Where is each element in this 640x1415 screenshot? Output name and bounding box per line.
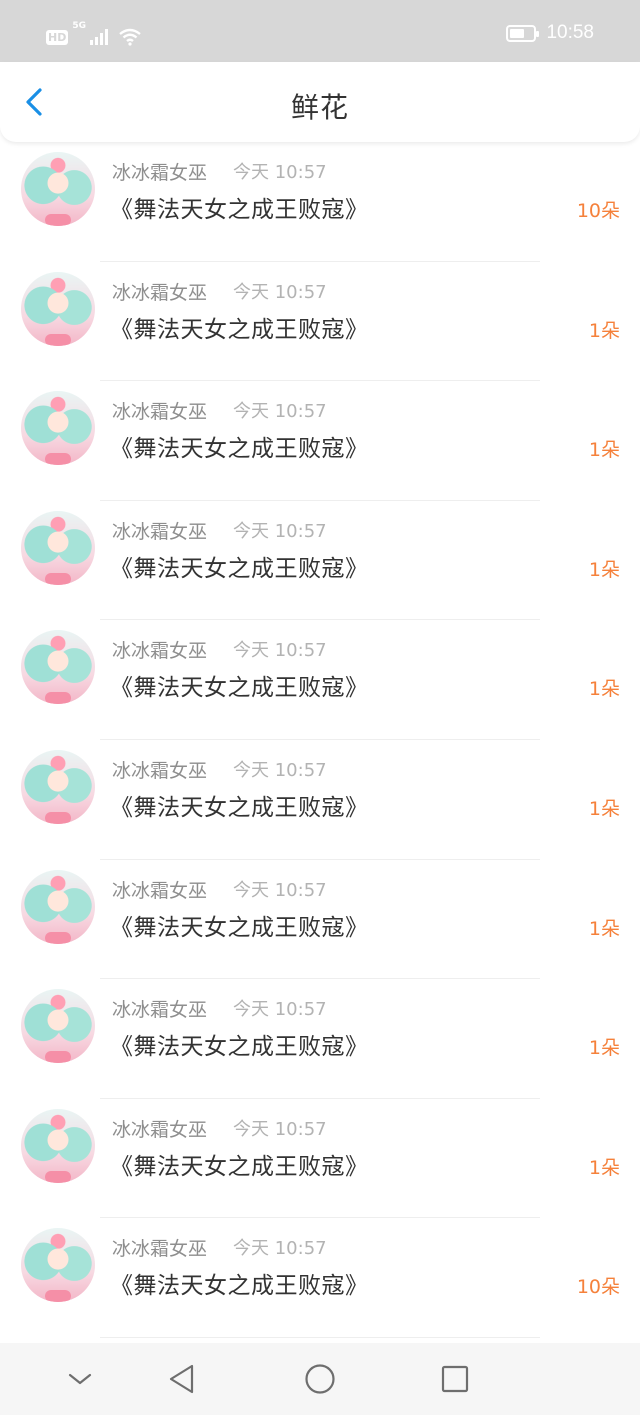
list-item[interactable]: 冰冰霜女巫 今天 10:57 《舞法天女之成王败寇》 1朵	[0, 979, 640, 1099]
flower-count: 1朵	[588, 678, 620, 701]
hide-keyboard-button[interactable]	[62, 1361, 98, 1397]
status-time: 10:58	[546, 22, 594, 43]
book-title[interactable]: 《舞法天女之成王败寇》	[110, 190, 369, 224]
flower-count: 10朵	[576, 1276, 620, 1299]
list-item[interactable]: 冰冰霜女巫 今天 10:57 《舞法天女之成王败寇》 1朵	[0, 262, 640, 382]
back-triangle-icon	[169, 1364, 194, 1394]
timestamp: 今天 10:57	[233, 162, 327, 183]
user-name[interactable]: 冰冰霜女巫	[112, 1115, 207, 1142]
avatar[interactable]	[21, 869, 95, 944]
battery-icon	[506, 24, 540, 42]
book-title[interactable]: 《舞法天女之成王败寇》	[110, 788, 369, 822]
list-item[interactable]: 冰冰霜女巫 今天 10:57 《舞法天女之成王败寇》 1朵	[0, 381, 640, 501]
avatar[interactable]	[21, 989, 95, 1064]
user-name[interactable]: 冰冰霜女巫	[112, 756, 207, 783]
avatar[interactable]	[21, 271, 95, 346]
timestamp: 今天 10:57	[233, 999, 327, 1021]
nav-back-button[interactable]	[164, 1361, 200, 1397]
flower-count: 1朵	[588, 439, 620, 462]
user-name[interactable]: 冰冰霜女巫	[112, 278, 207, 305]
nav-home-button[interactable]	[302, 1361, 338, 1397]
timestamp: 今天 10:57	[233, 281, 327, 303]
nav-recents-button[interactable]	[437, 1361, 473, 1397]
user-name[interactable]: 冰冰霜女巫	[112, 995, 207, 1022]
user-name[interactable]: 冰冰霜女巫	[112, 517, 207, 544]
book-title[interactable]: 《舞法天女之成王败寇》	[110, 1266, 369, 1300]
flower-count: 1朵	[588, 1156, 620, 1179]
flower-count: 1朵	[588, 319, 620, 342]
flower-count: 10朵	[576, 200, 620, 222]
timestamp: 今天 10:57	[233, 879, 327, 901]
list-item[interactable]: 冰冰霜女巫 今天 10:57 《舞法天女之成王败寇》 1朵	[0, 501, 640, 621]
list-item[interactable]: 冰冰霜女巫 今天 10:57 《舞法天女之成王败寇》 1朵	[0, 740, 640, 860]
book-title[interactable]: 《舞法天女之成王败寇》	[110, 1147, 369, 1181]
user-name[interactable]: 冰冰霜女巫	[112, 636, 207, 663]
list-item[interactable]: 冰冰霜女巫 今天 10:57 《舞法天女之成王败寇》 1朵	[0, 860, 640, 980]
flower-count: 1朵	[588, 917, 620, 940]
avatar[interactable]	[21, 510, 95, 585]
hide-keyboard-icon	[68, 1373, 92, 1385]
network-type-label: 5G	[72, 21, 86, 31]
book-title[interactable]: 《舞法天女之成王败寇》	[110, 908, 369, 942]
timestamp: 今天 10:57	[233, 640, 327, 662]
flower-count: 1朵	[588, 558, 620, 581]
list-item[interactable]: 冰冰霜女巫 今天 10:57 《舞法天女之成王败寇》 10朵	[0, 1218, 640, 1338]
book-title[interactable]: 《舞法天女之成王败寇》	[110, 1027, 369, 1061]
header: 鲜花	[0, 62, 640, 142]
avatar[interactable]	[21, 1108, 95, 1183]
user-name[interactable]: 冰冰霜女巫	[112, 1234, 207, 1261]
avatar[interactable]	[21, 391, 95, 466]
wifi-icon	[119, 28, 141, 46]
avatar[interactable]	[21, 152, 95, 226]
user-name[interactable]: 冰冰霜女巫	[112, 876, 207, 903]
home-circle-icon	[305, 1364, 335, 1394]
timestamp: 今天 10:57	[233, 401, 327, 423]
book-title[interactable]: 《舞法天女之成王败寇》	[110, 549, 369, 583]
timestamp: 今天 10:57	[233, 520, 327, 542]
list-item[interactable]: 冰冰霜女巫 今天 10:57 《舞法天女之成王败寇》 1朵	[0, 1099, 640, 1219]
system-nav-bar	[0, 1343, 640, 1415]
flower-count: 1朵	[588, 1037, 620, 1060]
avatar[interactable]	[21, 749, 95, 824]
status-right-icons: 10:58	[506, 22, 594, 44]
status-left-icons: HD 5G	[46, 21, 142, 50]
book-title[interactable]: 《舞法天女之成王败寇》	[110, 310, 369, 344]
user-name[interactable]: 冰冰霜女巫	[112, 158, 207, 185]
divider	[100, 1336, 540, 1338]
avatar[interactable]	[21, 1228, 95, 1303]
list-item[interactable]: 冰冰霜女巫 今天 10:57 《舞法天女之成王败寇》 1朵	[0, 620, 640, 740]
timestamp: 今天 10:57	[233, 1118, 327, 1140]
timestamp: 今天 10:57	[233, 1238, 327, 1260]
status-bar: HD 5G 10:58	[0, 0, 640, 62]
signal-icon	[90, 29, 108, 45]
recents-square-icon	[441, 1365, 469, 1393]
timestamp: 今天 10:57	[233, 759, 327, 781]
avatar[interactable]	[21, 630, 95, 705]
list-item[interactable]: 冰冰霜女巫 今天 10:57 《舞法天女之成王败寇》 10朵	[0, 142, 640, 262]
book-title[interactable]: 《舞法天女之成王败寇》	[110, 429, 369, 463]
page-title: 鲜花	[290, 91, 349, 124]
flower-list: 冰冰霜女巫 今天 10:57 《舞法天女之成王败寇》 10朵 冰冰霜女巫 今天 …	[0, 142, 640, 1338]
flower-count: 1朵	[588, 797, 620, 820]
user-name[interactable]: 冰冰霜女巫	[112, 397, 207, 424]
hd-icon: HD	[46, 29, 69, 45]
book-title[interactable]: 《舞法天女之成王败寇》	[110, 668, 369, 702]
